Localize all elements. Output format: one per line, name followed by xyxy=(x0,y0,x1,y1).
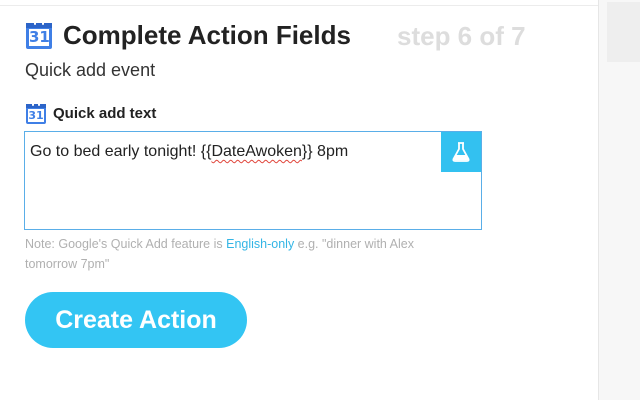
field-help-note: Note: Google's Quick Add feature is Engl… xyxy=(25,237,414,271)
google-calendar-icon: 31 xyxy=(26,21,52,49)
quick-add-text-label: Quick add text xyxy=(53,105,157,122)
google-calendar-small-icon: 31 xyxy=(26,102,46,124)
flask-icon xyxy=(452,142,470,162)
right-scroll-panel xyxy=(598,0,640,400)
english-only-link[interactable]: English-only xyxy=(226,237,294,251)
scrollbar[interactable] xyxy=(607,2,640,62)
action-name: Quick add event xyxy=(25,60,156,80)
top-divider xyxy=(0,5,598,6)
action-fields-page: 31 Complete Action Fields step 6 of 7 Qu… xyxy=(0,0,640,400)
add-ingredient-button[interactable] xyxy=(441,132,481,172)
create-action-button[interactable]: Create Action xyxy=(25,292,247,348)
step-indicator: step 6 of 7 xyxy=(397,21,526,51)
ingredient-date-awoken[interactable]: DateAwoken xyxy=(211,143,301,160)
quick-add-text-input[interactable]: Go to bed early tonight! {{DateAwoken}} … xyxy=(24,131,482,230)
page-title: Complete Action Fields xyxy=(63,20,351,50)
quick-add-text-value[interactable]: Go to bed early tonight! {{DateAwoken}} … xyxy=(30,143,348,161)
